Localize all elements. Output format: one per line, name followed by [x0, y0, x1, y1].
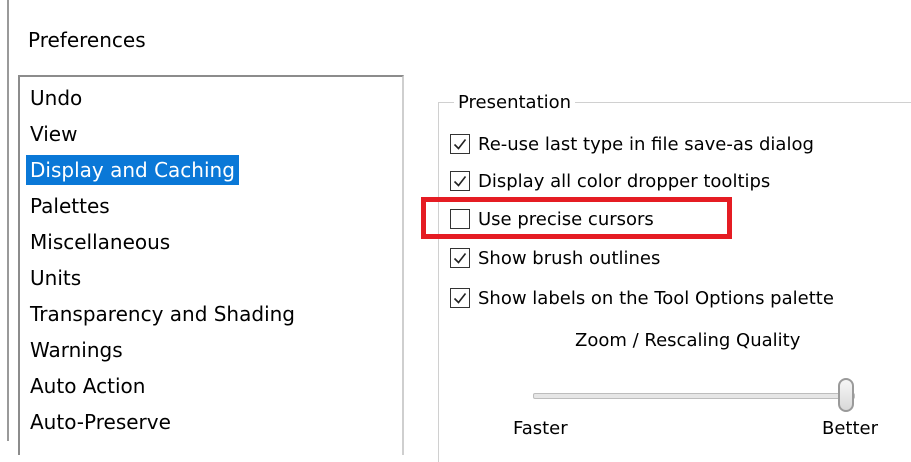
show-tool-options-labels-label: Show labels on the Tool Options palette [478, 287, 834, 309]
zoom-quality-slider-track[interactable] [533, 393, 855, 399]
display-color-dropper-tooltips-label: Display all color dropper tooltips [478, 170, 771, 192]
reuse-last-type-checkbox[interactable] [450, 134, 470, 154]
reuse-last-type-label: Re-use last type in file save-as dialog [478, 133, 814, 155]
zoom-quality-label: Zoom / Rescaling Quality [575, 330, 801, 351]
category-item-auto-preserve[interactable]: Auto-Preserve [26, 407, 175, 437]
option-reuse-last-type[interactable]: Re-use last type in file save-as dialog [450, 131, 814, 157]
checkmark-icon [453, 253, 467, 264]
checkmark-icon [453, 176, 467, 187]
checkmark-icon [453, 293, 467, 304]
category-item-transparency-and-shading[interactable]: Transparency and Shading [26, 299, 299, 329]
category-item-undo[interactable]: Undo [26, 83, 86, 113]
show-tool-options-labels-checkbox[interactable] [450, 288, 470, 308]
option-display-color-dropper-tooltips[interactable]: Display all color dropper tooltips [450, 168, 770, 194]
category-item-view[interactable]: View [26, 119, 81, 149]
slider-min-label: Faster [513, 418, 568, 439]
category-item-warnings[interactable]: Warnings [26, 335, 127, 365]
highlight-annotation [421, 197, 732, 239]
category-item-miscellaneous[interactable]: Miscellaneous [26, 227, 174, 257]
window-left-border [7, 0, 9, 441]
slider-max-label: Better [822, 418, 879, 439]
option-show-tool-options-labels[interactable]: Show labels on the Tool Options palette [450, 285, 834, 311]
presentation-legend: Presentation [454, 92, 576, 113]
category-item-units[interactable]: Units [26, 263, 85, 293]
category-item-display-and-caching[interactable]: Display and Caching [26, 155, 239, 185]
zoom-quality-slider-thumb[interactable] [838, 378, 854, 412]
option-show-brush-outlines[interactable]: Show brush outlines [450, 245, 660, 271]
checkmark-icon [453, 139, 467, 150]
category-list[interactable]: Undo View Display and Caching Palettes M… [18, 75, 404, 455]
dialog-title: Preferences [28, 28, 146, 52]
show-brush-outlines-label: Show brush outlines [478, 247, 661, 269]
display-color-dropper-tooltips-checkbox[interactable] [450, 171, 470, 191]
category-item-auto-action[interactable]: Auto Action [26, 371, 149, 401]
category-item-palettes[interactable]: Palettes [26, 191, 114, 221]
show-brush-outlines-checkbox[interactable] [450, 248, 470, 268]
